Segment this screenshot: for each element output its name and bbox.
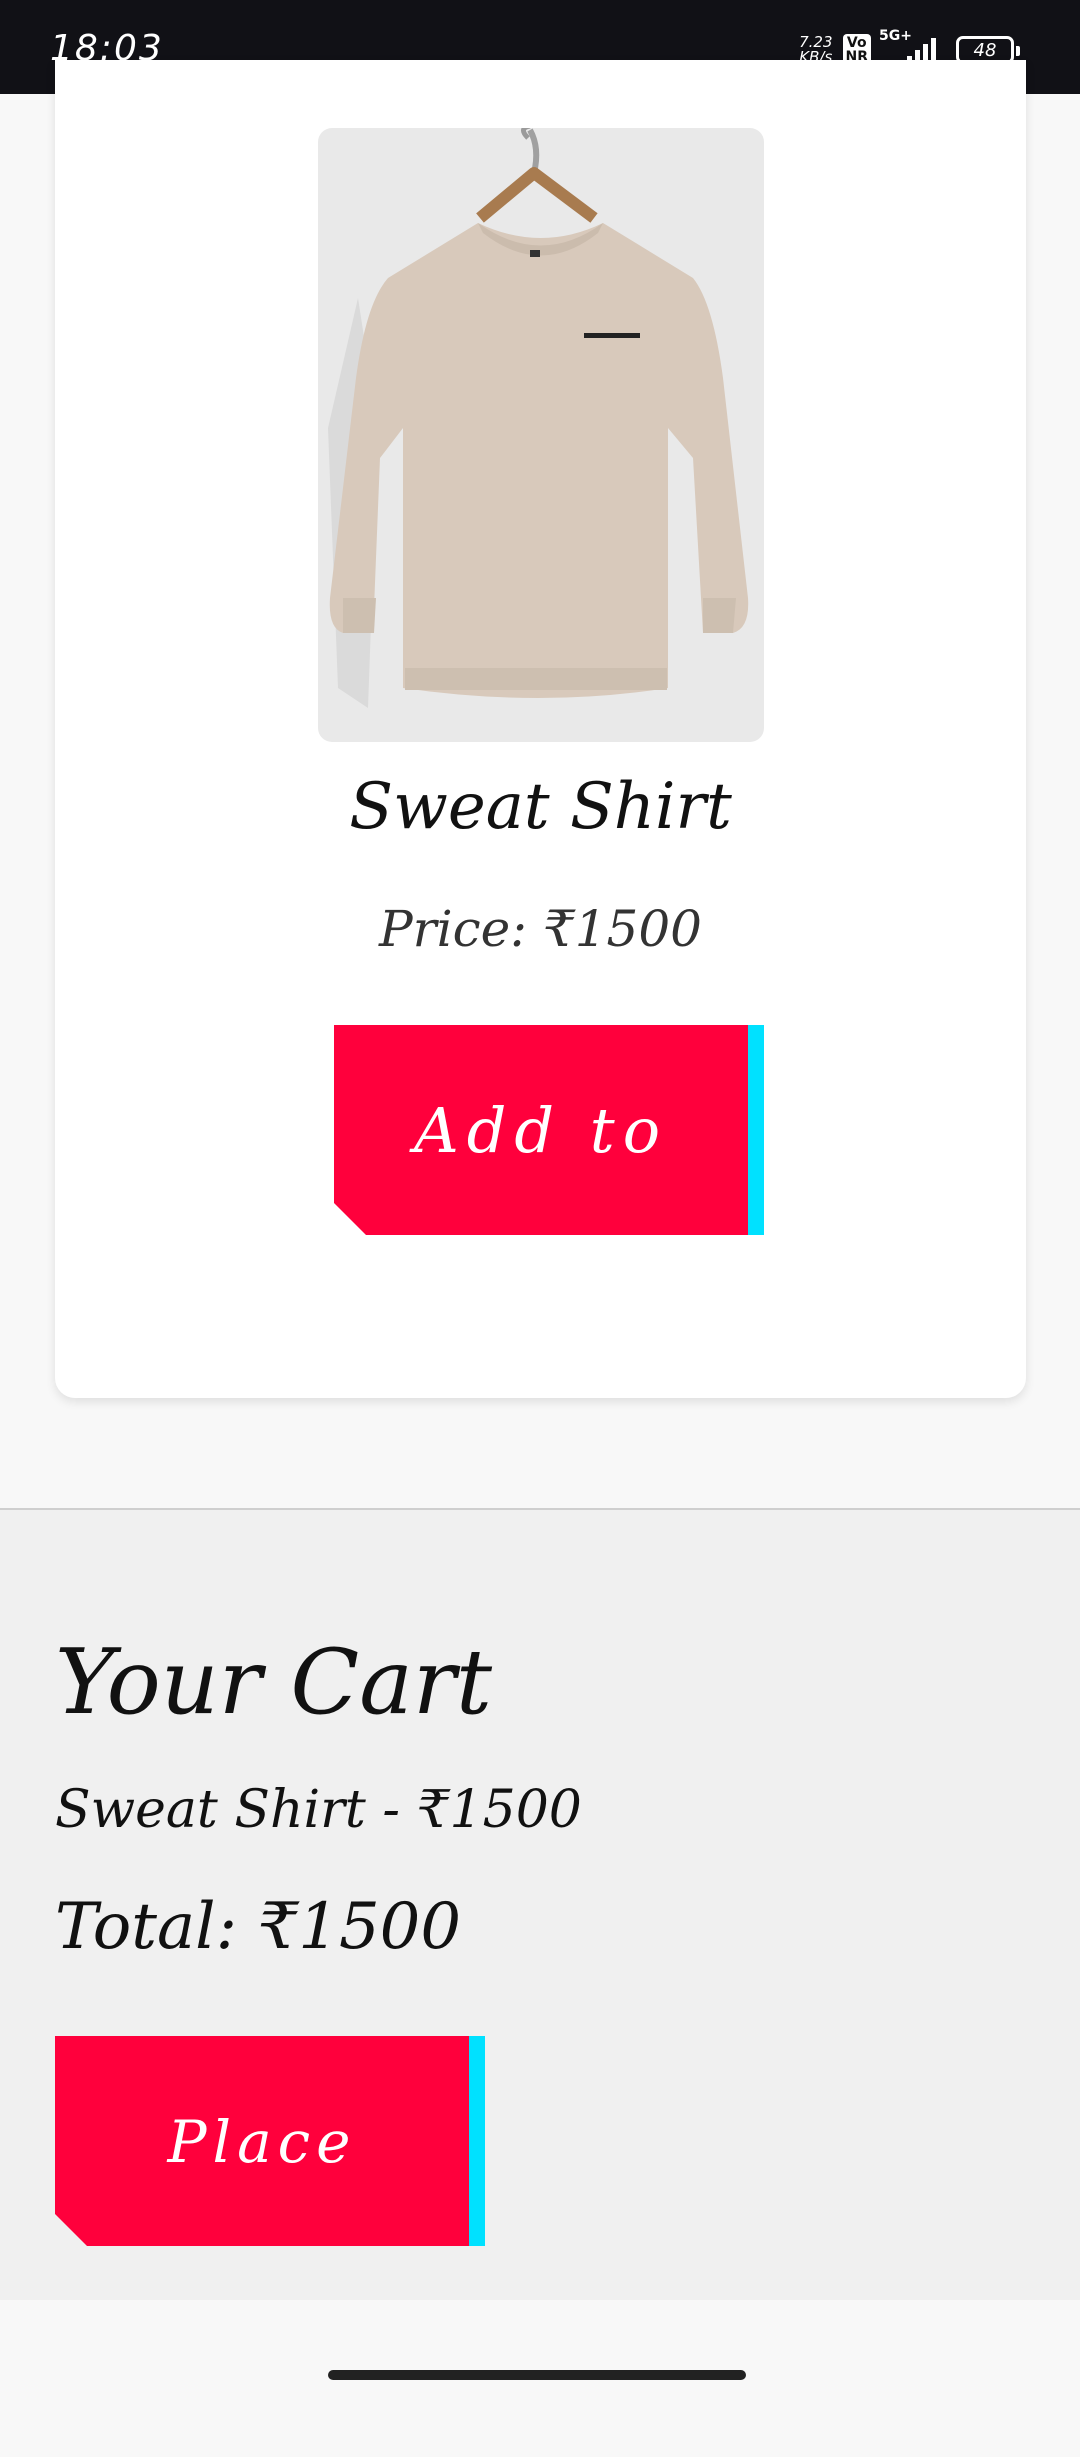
cart-item: Sweat Shirt - ₹1500 — [55, 1780, 582, 1840]
home-indicator[interactable] — [328, 2370, 746, 2380]
product-card: Sweat Shirt Price: ₹1500 Add to — [55, 60, 1026, 1398]
volte-top: Vo — [846, 35, 867, 51]
cart-total: Total: ₹1500 — [55, 1890, 462, 1964]
network-type: 5G+ — [879, 28, 912, 44]
cart-title: Your Cart — [55, 1630, 493, 1735]
cart-section: Your Cart Sweat Shirt - ₹1500 Total: ₹15… — [0, 1508, 1080, 2300]
add-to-cart-button[interactable]: Add to — [334, 1025, 764, 1235]
sweatshirt-icon — [328, 128, 749, 708]
battery-level: 48 — [973, 39, 997, 61]
product-image[interactable] — [318, 128, 764, 742]
product-title: Sweat Shirt — [349, 770, 732, 844]
product-price: Price: ₹1500 — [379, 900, 702, 958]
place-order-button[interactable]: Place Order — [55, 2036, 485, 2246]
